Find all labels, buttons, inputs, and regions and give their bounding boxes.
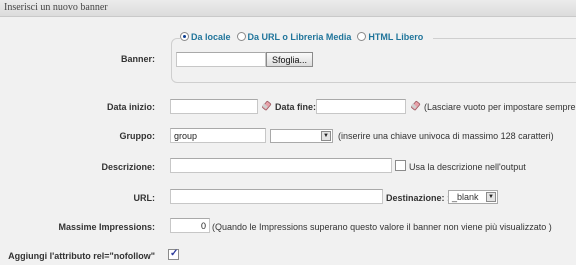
radio-html-libero[interactable]: HTML Libero: [357, 32, 423, 42]
start-date-input[interactable]: [170, 99, 258, 114]
eraser-icon[interactable]: [410, 100, 422, 112]
file-path-input[interactable]: [176, 52, 266, 67]
banner-source-options: Da locale Da URL o Libreria Media HTML Lib…: [180, 32, 434, 44]
group-input[interactable]: group: [170, 128, 266, 143]
url-input[interactable]: [170, 189, 383, 204]
target-select-value: _blank: [452, 192, 479, 202]
radio-dot-icon: [180, 32, 189, 41]
nofollow-label: Aggiungi l'attributo rel="nofollow": [8, 251, 155, 261]
group-hint: (inserire una chiave univoca di massimo …: [338, 131, 554, 141]
radio-da-locale[interactable]: Da locale: [180, 32, 231, 42]
target-select[interactable]: _blank ▼: [448, 190, 498, 204]
nofollow-checkbox[interactable]: [168, 248, 179, 260]
max-impressions-label: Massime Impressions:: [58, 222, 155, 232]
radio-label: Da URL o Libreria Media: [247, 32, 352, 42]
group-label: Gruppo:: [119, 131, 156, 141]
use-description-label: Usa la descrizione nell'output: [409, 162, 526, 172]
radio-da-url[interactable]: Da URL o Libreria Media: [236, 32, 352, 42]
end-date-label: Data fine:: [275, 102, 317, 112]
group-select[interactable]: ▼: [270, 129, 333, 143]
end-date-input[interactable]: [316, 99, 406, 114]
banner-label: Banner:: [120, 54, 155, 64]
browse-button[interactable]: Sfoglia...: [266, 52, 314, 67]
dropdown-arrow-icon: ▼: [321, 131, 331, 141]
start-date-label: Data inizio:: [106, 102, 155, 112]
panel-title: Inserisci un nuovo banner: [0, 0, 576, 17]
dates-hint: (Lasciare vuoto per impostare sempre: [424, 102, 576, 112]
description-input[interactable]: [170, 158, 392, 173]
url-label: URL:: [133, 193, 156, 203]
radio-label: HTML Libero: [368, 32, 424, 42]
dropdown-arrow-icon: ▼: [486, 192, 496, 202]
radio-dot-icon: [357, 32, 367, 41]
eraser-icon[interactable]: [261, 100, 273, 112]
max-impressions-input[interactable]: 0: [170, 218, 210, 233]
description-label: Descrizione:: [101, 162, 155, 172]
radio-label: Da locale: [191, 32, 231, 42]
use-description-checkbox[interactable]: [395, 160, 406, 171]
radio-dot-icon: [236, 32, 246, 41]
target-label: Destinazione: :: [386, 193, 451, 203]
impressions-hint: (Quando le Impressions superano questo v…: [212, 222, 552, 232]
